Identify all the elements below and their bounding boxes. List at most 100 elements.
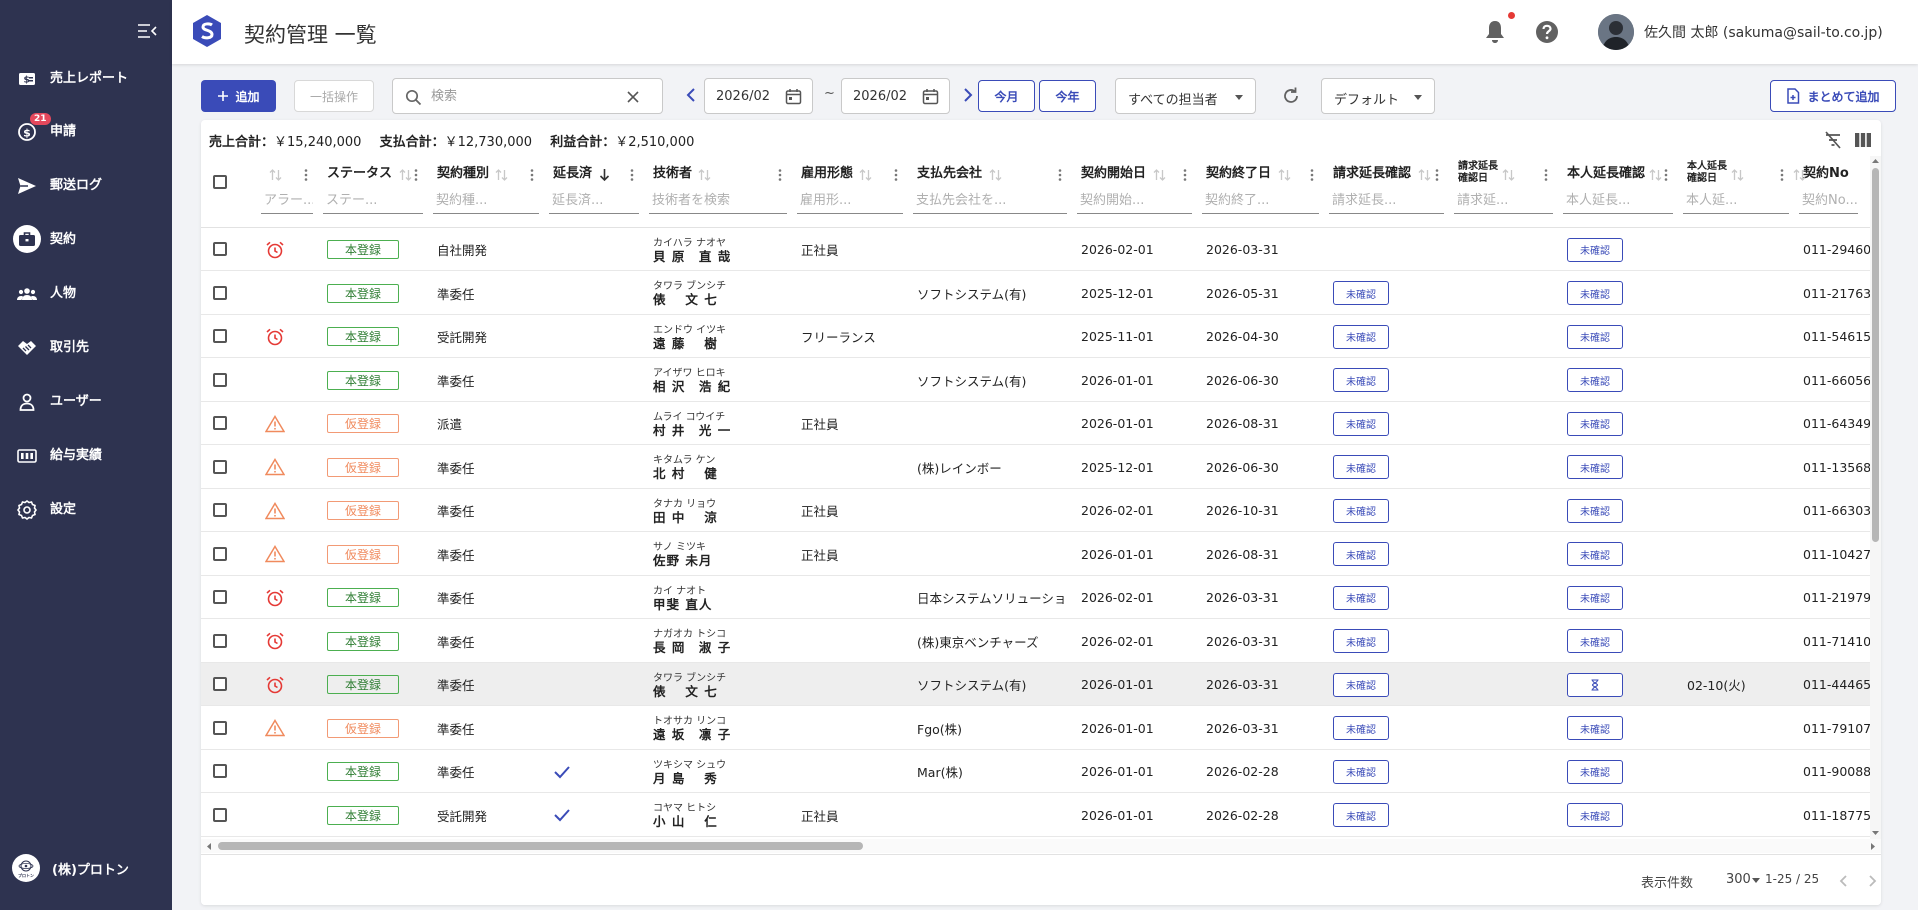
self-confirm-button[interactable]: 未確認 (1567, 324, 1623, 349)
avatar[interactable] (1598, 14, 1634, 50)
billing-confirm-button[interactable]: 未確認 (1333, 455, 1389, 479)
sort-icon[interactable] (1153, 167, 1166, 181)
engineer-cell[interactable]: アイザワ ヒロキ相 沢 浩 紀 (653, 359, 787, 402)
this-month-button[interactable]: 今月 (978, 80, 1035, 112)
column-filter-input[interactable]: 契約終了... (1202, 188, 1319, 214)
engineer-name[interactable]: コヤマ ヒトシ小 山 仁 (653, 802, 718, 828)
billing-confirm-button[interactable]: 未確認 (1333, 803, 1389, 827)
table-row[interactable]: 仮登録 準委任 タナカ リョウ田 中 涼 正社員 2026-02-01 2026-10-3… (201, 489, 1881, 532)
engineer-name[interactable]: タワラ ブンシチ俵 文 七 (653, 672, 726, 698)
column-title[interactable]: 請求延長 確認日 (1458, 161, 1498, 185)
bulk-add-button[interactable]: まとめて追加 (1770, 80, 1896, 112)
table-row[interactable]: 仮登録 派遣 ムライ コウイチ村 井 光 一 正社員 2026-01-01 2026-08… (201, 402, 1881, 445)
row-checkbox[interactable] (213, 329, 227, 343)
engineer-cell[interactable]: エンドウ イツキ遠 藤 樹 (653, 315, 787, 358)
engineer-name[interactable]: エンドウ イツキ遠 藤 樹 (653, 324, 726, 350)
row-checkbox[interactable] (213, 720, 227, 735)
sort-icon[interactable] (698, 167, 711, 181)
sort-icon[interactable] (1731, 167, 1744, 181)
horizontal-scrollbar[interactable] (201, 839, 1881, 853)
column-menu-icon[interactable] (629, 167, 635, 181)
sort-icon[interactable] (989, 167, 1002, 181)
self-confirm-button[interactable]: 未確認 (1567, 281, 1623, 305)
column-menu-icon[interactable] (1663, 167, 1669, 181)
table-row[interactable]: 本登録 受託開発 コヤマ ヒトシ小 山 仁 正社員 2026-01-01 2026-02-… (201, 794, 1881, 837)
engineer-name[interactable]: ナガオカ トシコ長 岡 淑 子 (653, 628, 731, 654)
bell-icon[interactable] (1482, 18, 1508, 46)
sort-icon[interactable] (1278, 167, 1291, 181)
self-confirm-button[interactable]: 未確認 (1567, 585, 1623, 610)
column-menu-icon[interactable] (1434, 167, 1440, 181)
column-title[interactable]: 契約種別 (437, 166, 489, 181)
billing-confirm-button[interactable]: 未確認 (1333, 585, 1389, 610)
column-title[interactable]: 雇用形態 (801, 166, 853, 181)
table-row[interactable]: 本登録 準委任 タワラ ブンシチ俵 文 七 ソフトシステム(有) 2026-01-01 2… (201, 663, 1881, 706)
column-menu-icon[interactable] (529, 167, 535, 181)
menu-collapse-icon[interactable] (136, 22, 158, 40)
refresh-icon[interactable] (1280, 85, 1302, 107)
column-filter-input[interactable]: 本人延... (1683, 188, 1789, 214)
column-title[interactable]: 本人延長確認 (1567, 166, 1645, 181)
table-row[interactable]: 本登録 準委任 カイ ナオト 甲斐 直人 日本システムソリューショ 2026-02-01 2… (201, 576, 1881, 619)
scroll-left-icon[interactable] (205, 842, 213, 851)
billing-confirm-button[interactable]: 未確認 (1333, 411, 1389, 436)
table-row[interactable]: 仮登録 準委任 キタムラ ケン北 村 健 (株)レインボー 2025-12-01 2026… (201, 446, 1881, 489)
column-filter-input[interactable]: 技術者を検索 (649, 188, 787, 214)
sort-icon[interactable] (1502, 167, 1515, 181)
column-filter-input[interactable]: ステー... (323, 188, 423, 214)
self-confirm-button[interactable]: 未確認 (1567, 237, 1623, 262)
sidebar-item-6[interactable]: ユーザー (0, 380, 172, 424)
engineer-name[interactable]: タナカ リョウ田 中 涼 (653, 498, 718, 524)
column-title[interactable]: 支払先会社 (917, 166, 982, 181)
engineer-name[interactable]: サノ ミツキ 佐野 未月 (653, 541, 712, 567)
clear-icon[interactable] (626, 90, 640, 104)
self-confirm-button[interactable]: 未確認 (1567, 455, 1623, 479)
scroll-down-icon[interactable] (1871, 829, 1880, 837)
sort-icon[interactable] (495, 167, 508, 181)
column-filter-input[interactable]: 延長済... (549, 188, 639, 214)
self-confirm-button[interactable]: 未確認 (1567, 803, 1623, 827)
billing-confirm-button[interactable]: 未確認 (1333, 498, 1389, 523)
sort-icon[interactable] (269, 167, 282, 181)
assignee-select[interactable]: すべての担当者 (1115, 78, 1256, 114)
column-title[interactable]: 契約No (1803, 166, 1849, 181)
column-menu-icon[interactable] (1543, 167, 1549, 181)
sort-icon[interactable] (399, 167, 412, 181)
column-filter-input[interactable]: 請求延長... (1329, 188, 1444, 214)
hourglass-icon[interactable] (1567, 672, 1623, 697)
billing-confirm-button[interactable]: 未確認 (1333, 672, 1389, 697)
bulk-action-button[interactable]: 一括操作 (294, 80, 374, 112)
row-checkbox[interactable] (213, 242, 227, 256)
row-checkbox[interactable] (213, 459, 227, 474)
next-page-icon[interactable] (1865, 873, 1879, 889)
billing-confirm-button[interactable]: 未確認 (1333, 542, 1389, 566)
calendar-icon[interactable] (785, 88, 802, 105)
table-row[interactable]: 本登録 準委任 タワラ ブンシチ俵 文 七 ソフトシステム(有) 2025-12-01 2… (201, 272, 1881, 315)
engineer-cell[interactable]: キタムラ ケン北 村 健 (653, 446, 787, 489)
engineer-cell[interactable]: トオサカ リンコ遠 坂 凛 子 (653, 707, 787, 750)
engineer-name[interactable]: アイザワ ヒロキ相 沢 浩 紀 (653, 367, 731, 393)
self-confirm-button[interactable]: 未確認 (1567, 629, 1623, 653)
sort-icon[interactable] (1649, 167, 1662, 181)
column-title[interactable]: 契約終了日 (1206, 166, 1271, 181)
search-input[interactable] (431, 87, 611, 105)
engineer-cell[interactable]: サノ ミツキ 佐野 未月 (653, 533, 787, 576)
this-year-button[interactable]: 今年 (1039, 80, 1096, 112)
help-icon[interactable] (1534, 19, 1560, 45)
column-title[interactable]: 契約開始日 (1081, 166, 1146, 181)
self-confirm-button[interactable]: 未確認 (1567, 759, 1623, 784)
column-title[interactable]: ステータス (327, 166, 392, 181)
self-confirm-button[interactable]: 未確認 (1567, 542, 1623, 566)
column-menu-icon[interactable] (1779, 167, 1785, 181)
sidebar-item-5[interactable]: 取引先 (0, 326, 172, 370)
table-row[interactable]: 仮登録 準委任 サノ ミツキ 佐野 未月 正社員 2026-01-01 2026-08-31… (201, 533, 1881, 576)
column-menu-icon[interactable] (303, 167, 309, 181)
column-filter-input[interactable]: 請求延... (1454, 188, 1553, 214)
billing-confirm-button[interactable]: 未確認 (1333, 629, 1389, 653)
sidebar-item-7[interactable]: 給与実績 (0, 434, 172, 478)
column-filter-input[interactable]: 雇用形... (797, 188, 903, 214)
select-all-checkbox[interactable] (213, 175, 227, 189)
column-filter-input[interactable]: 契約開始... (1077, 188, 1192, 214)
table-row[interactable]: 本登録 自社開発 カイハラ ナオヤ貝 原 直 哉 正社員 2026-02-01 2026-… (201, 228, 1881, 271)
date-to-field[interactable]: 2026/02 (841, 78, 950, 114)
